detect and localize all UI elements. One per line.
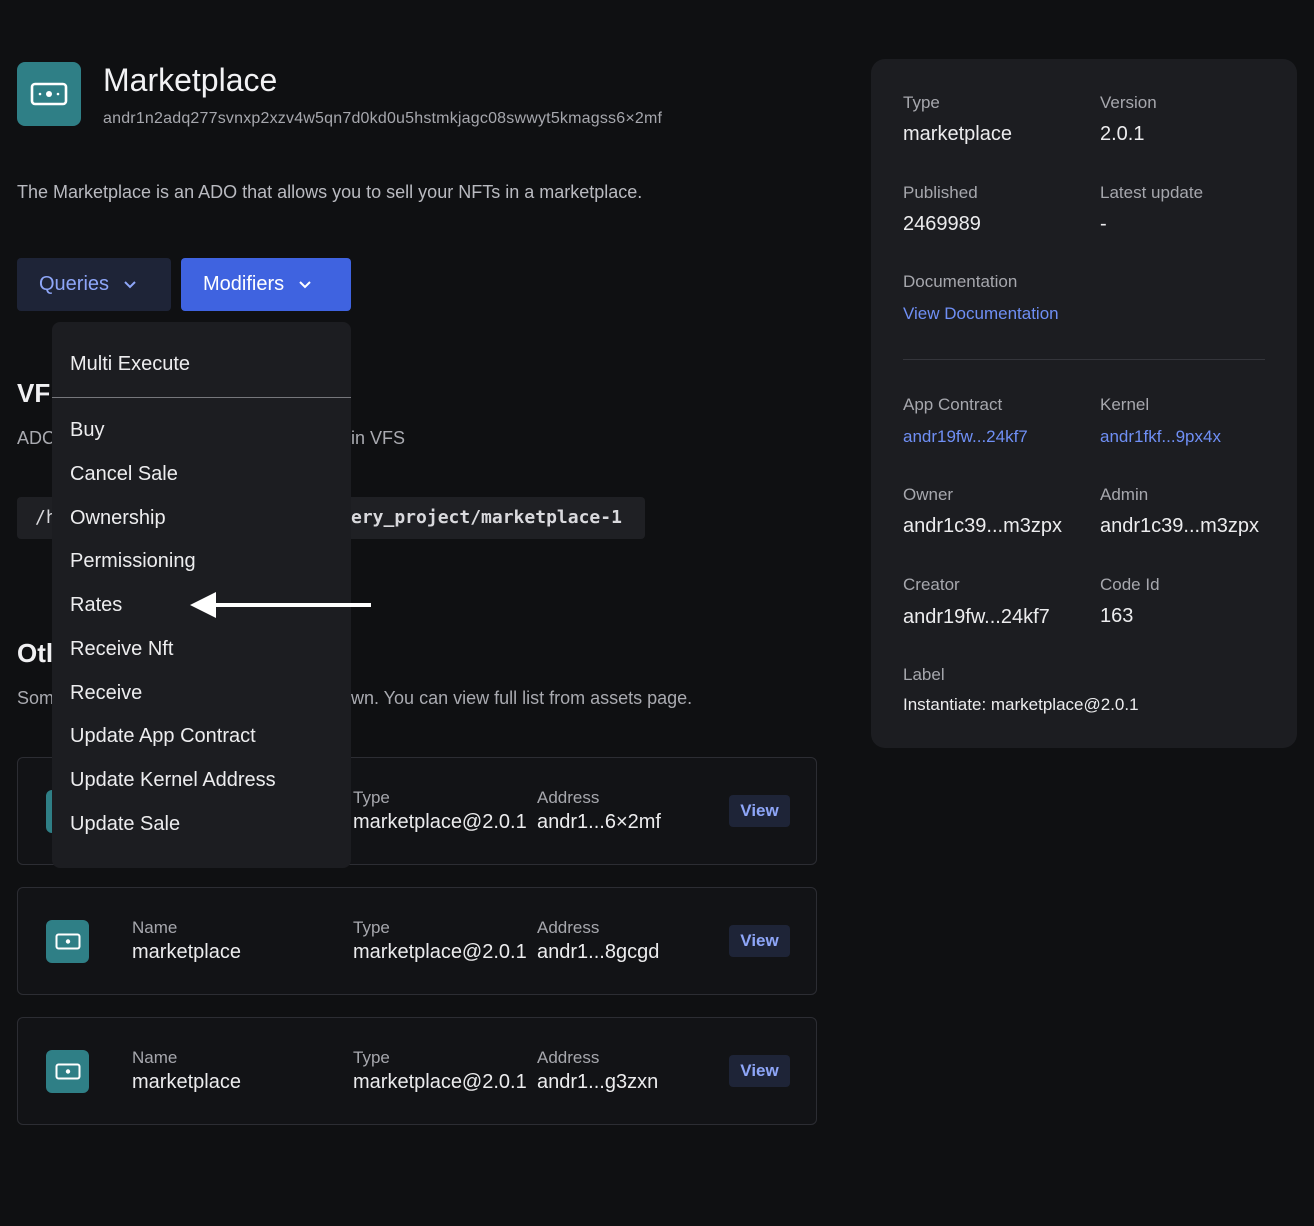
banknote-icon	[46, 1050, 89, 1093]
code-id-label: Code Id	[1100, 575, 1160, 594]
vfs-subtitle: ADC	[17, 428, 56, 448]
address-label: Address	[537, 918, 600, 937]
contract-address: andr1n2adq277svnxp2xzv4w5qn7d0kd0u5hstmk…	[103, 110, 663, 127]
version-label: Version	[1100, 93, 1157, 112]
address-value: andr1...6×2mf	[537, 811, 661, 833]
owner-label: Owner	[903, 485, 954, 504]
modifiers-button[interactable]: Modifiers	[181, 258, 351, 311]
admin-value: andr1c39...m3zpx	[1100, 515, 1259, 537]
banknote-icon	[17, 62, 81, 126]
chevron-down-icon	[298, 280, 312, 290]
other-ados-title: Otl	[17, 638, 54, 668]
label-value: Instantiate: marketplace@2.0.1	[903, 695, 1139, 714]
modifiers-button-label: Modifiers	[203, 273, 285, 295]
menu-item-cancel-sale[interactable]: Cancel Sale	[70, 463, 178, 486]
queries-button-label: Queries	[39, 273, 110, 295]
view-documentation-link[interactable]: View Documentation	[903, 304, 1059, 324]
version-value: 2.0.1	[1100, 123, 1145, 145]
menu-item-update-app-contract[interactable]: Update App Contract	[70, 725, 256, 748]
latest-update-value: -	[1100, 213, 1107, 235]
name-label: Name	[132, 918, 178, 937]
published-label: Published	[903, 183, 978, 202]
other-ados-subtitle-tail: wn. You can view full list from assets p…	[351, 688, 693, 708]
menu-item-receive[interactable]: Receive	[70, 682, 142, 705]
menu-item-multi-execute[interactable]: Multi Execute	[70, 353, 190, 376]
menu-item-buy[interactable]: Buy	[70, 419, 104, 442]
arrow-left-icon	[190, 592, 371, 618]
type-label: Type	[903, 93, 940, 112]
page-header: Marketplace andr1n2adq277svnxp2xzv4w5qn7…	[17, 62, 662, 128]
address-value: andr1...8gcgd	[537, 941, 660, 963]
name-label: Name	[132, 1048, 178, 1067]
other-ados-subtitle: Som	[17, 688, 55, 708]
menu-item-rates[interactable]: Rates	[70, 594, 122, 617]
page-title: Marketplace	[103, 62, 278, 98]
menu-item-ownership[interactable]: Ownership	[70, 507, 166, 530]
address-label: Address	[537, 788, 600, 807]
type-label: Type	[353, 788, 390, 807]
label-label: Label	[903, 665, 945, 684]
ado-card: Name marketplace Type marketplace@2.0.1 …	[17, 1017, 817, 1125]
documentation-label: Documentation	[903, 272, 1018, 291]
admin-label: Admin	[1100, 485, 1149, 504]
code-id-value: 163	[1100, 605, 1134, 627]
view-button[interactable]: View	[729, 925, 790, 957]
owner-value: andr1c39...m3zpx	[903, 515, 1062, 537]
type-value: marketplace@2.0.1	[353, 941, 527, 963]
chevron-down-icon	[123, 280, 137, 290]
creator-label: Creator	[903, 575, 960, 594]
menu-item-update-sale[interactable]: Update Sale	[70, 813, 180, 836]
app-contract-label: App Contract	[903, 395, 1003, 414]
ado-card: Name marketplace Type marketplace@2.0.1 …	[17, 887, 817, 995]
vfs-path-end: ery_project/marketplace-1	[351, 507, 622, 528]
kernel-link[interactable]: andr1fkf...9px4x	[1100, 427, 1221, 447]
address-label: Address	[537, 1048, 600, 1067]
menu-item-receive-nft[interactable]: Receive Nft	[70, 638, 173, 661]
vfs-section-title: VF	[17, 378, 51, 408]
type-value: marketplace	[903, 123, 1012, 145]
menu-item-permissioning[interactable]: Permissioning	[70, 550, 196, 573]
menu-item-update-kernel-address[interactable]: Update Kernel Address	[70, 769, 276, 792]
vfs-subtitle-tail: in VFS	[351, 428, 406, 448]
creator-value: andr19fw...24kf7	[903, 606, 1050, 628]
name-value: marketplace	[132, 1071, 241, 1093]
kernel-label: Kernel	[1100, 395, 1150, 414]
name-value: marketplace	[132, 941, 241, 963]
view-button[interactable]: View	[729, 1055, 790, 1087]
menu-divider	[52, 397, 351, 398]
banknote-icon	[46, 920, 89, 963]
published-value: 2469989	[903, 213, 981, 235]
ado-info-panel: Type marketplace Version 2.0.1 Published…	[871, 59, 1297, 748]
address-value: andr1...g3zxn	[537, 1071, 659, 1093]
app-contract-link[interactable]: andr19fw...24kf7	[903, 427, 1028, 447]
type-value: marketplace@2.0.1	[353, 811, 527, 833]
type-label: Type	[353, 918, 390, 937]
queries-button[interactable]: Queries	[17, 258, 171, 311]
view-button[interactable]: View	[729, 795, 790, 827]
latest-update-label: Latest update	[1100, 183, 1204, 202]
type-label: Type	[353, 1048, 390, 1067]
ado-description: The Marketplace is an ADO that allows yo…	[17, 182, 643, 202]
type-value: marketplace@2.0.1	[353, 1071, 527, 1093]
panel-divider	[903, 359, 1265, 360]
